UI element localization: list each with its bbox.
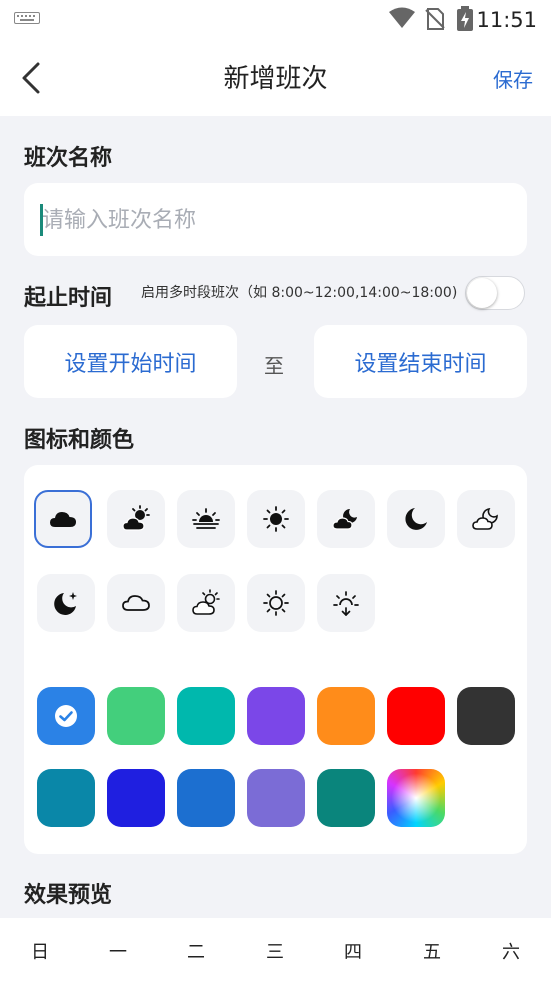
- weekday-sat: 六: [502, 942, 520, 963]
- header: 新增班次 保存: [0, 40, 551, 116]
- color-swatch-green[interactable]: [107, 687, 165, 745]
- icon-option-cloud-outline[interactable]: [107, 574, 165, 632]
- to-separator: 至: [264, 354, 284, 378]
- custom-color-picker[interactable]: [387, 769, 445, 827]
- battery-charging-icon: [457, 6, 473, 31]
- cloud-outline-icon: [122, 595, 150, 611]
- color-swatch-lavender[interactable]: [247, 769, 305, 827]
- color-swatch-dark-teal[interactable]: [317, 769, 375, 827]
- icon-option-moon-star[interactable]: [37, 574, 95, 632]
- page-title: 新增班次: [223, 64, 328, 94]
- icon-option-sun-cloud[interactable]: [107, 490, 165, 548]
- end-time-button[interactable]: 设置结束时间: [314, 325, 527, 398]
- weekday-tue: 二: [187, 942, 205, 963]
- icon-option-sun[interactable]: [247, 490, 305, 548]
- partly-cloudy-outline-icon: [192, 589, 220, 615]
- weekday-mon: 一: [109, 942, 127, 963]
- status-time: 11:51: [476, 8, 537, 32]
- wifi-icon: [389, 7, 415, 28]
- icon-option-sunrise[interactable]: [177, 490, 235, 548]
- save-button[interactable]: 保存: [493, 64, 533, 93]
- color-swatch-teal[interactable]: [177, 687, 235, 745]
- color-swatch-purple[interactable]: [247, 687, 305, 745]
- sunset-outline-icon: [333, 591, 359, 616]
- color-swatch-deep-blue[interactable]: [107, 769, 165, 827]
- color-swatch-red[interactable]: [387, 687, 445, 745]
- weekday-thu: 四: [344, 942, 362, 963]
- icon-option-sun-outline[interactable]: [247, 574, 305, 632]
- multi-period-toggle[interactable]: [465, 276, 525, 310]
- icon-option-partly-cloudy[interactable]: [177, 574, 235, 632]
- sun-outline-icon: [263, 590, 289, 616]
- color-swatch-orange[interactable]: [317, 687, 375, 745]
- multi-period-hint: 启用多时段班次（如 8:00~12:00,14:00~18:00): [141, 285, 458, 301]
- weekday-fri: 五: [423, 942, 441, 963]
- moon-star-icon: [54, 592, 77, 615]
- status-bar: 11:51: [0, 0, 551, 40]
- shift-name-label: 班次名称: [24, 146, 113, 171]
- night-cloud-outline-icon: [472, 507, 498, 530]
- icon-option-moon[interactable]: [387, 490, 445, 548]
- moon-cloud-icon: [332, 509, 357, 530]
- icon-color-label: 图标和颜色: [24, 428, 135, 453]
- sun-icon: [263, 506, 289, 532]
- icon-option-cloud[interactable]: [34, 490, 92, 548]
- cloud-icon: [50, 512, 76, 527]
- time-range-label: 起止时间: [24, 286, 113, 311]
- check-circle-icon: [55, 705, 77, 727]
- color-swatch-royal-blue[interactable]: [177, 769, 235, 827]
- no-sim-icon: [425, 8, 445, 30]
- start-time-button[interactable]: 设置开始时间: [24, 325, 237, 398]
- sun-cloud-icon: [122, 505, 150, 531]
- weekday-sun: 日: [31, 942, 49, 963]
- sunrise-icon: [192, 508, 220, 529]
- icon-option-moon-cloud[interactable]: [317, 490, 375, 548]
- icon-option-sunset[interactable]: [317, 574, 375, 632]
- shift-name-field: [24, 183, 527, 256]
- keyboard-icon: [14, 12, 40, 24]
- color-swatch-blue[interactable]: [37, 687, 95, 745]
- icon-option-night-cloud[interactable]: [457, 490, 515, 548]
- moon-icon: [405, 508, 427, 530]
- shift-name-input[interactable]: [40, 201, 504, 239]
- preview-label: 效果预览: [24, 883, 113, 908]
- weekday-header: 日 一 二 三 四 五 六: [0, 918, 551, 981]
- icon-color-card: [24, 465, 527, 854]
- color-swatch-cyan[interactable]: [37, 769, 95, 827]
- text-caret: [40, 204, 43, 236]
- toggle-knob: [467, 278, 497, 308]
- weekday-wed: 三: [266, 942, 284, 963]
- color-swatch-dark-gray[interactable]: [457, 687, 515, 745]
